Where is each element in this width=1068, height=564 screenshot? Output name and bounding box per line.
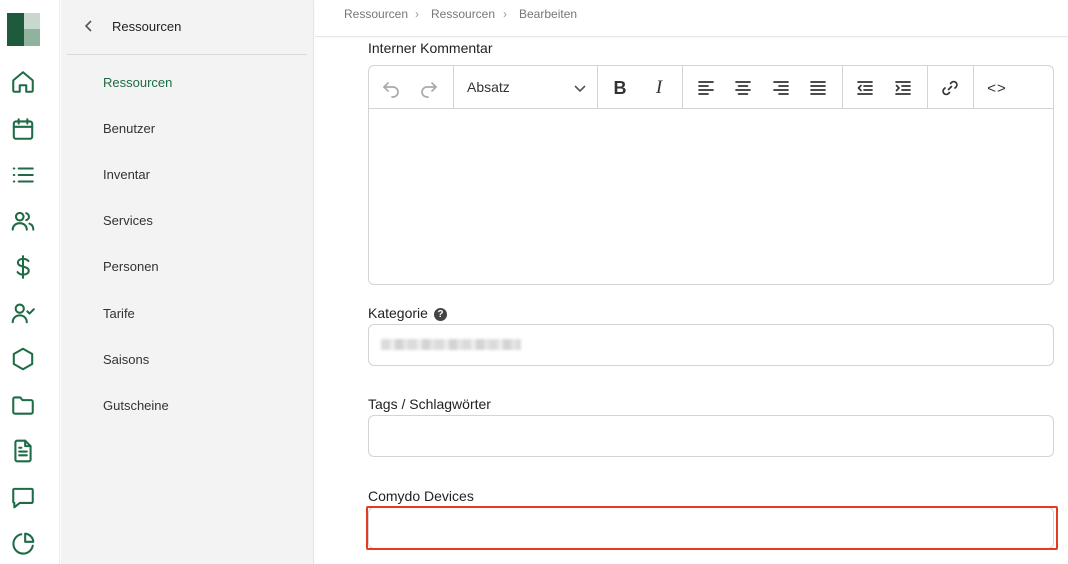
user-check-icon[interactable]	[10, 300, 36, 326]
dollar-icon[interactable]	[10, 254, 36, 280]
block-format-select[interactable]: Absatz	[454, 66, 597, 109]
redo-icon[interactable]	[416, 75, 442, 101]
chat-icon[interactable]	[10, 484, 36, 510]
editor-content-area[interactable]	[369, 109, 1053, 284]
users-icon[interactable]	[10, 208, 36, 234]
sidebar-item-personen[interactable]: Personen	[103, 259, 159, 274]
sidebar-item-gutscheine[interactable]: Gutscheine	[103, 398, 169, 413]
outdent-icon[interactable]	[852, 75, 878, 101]
sidebar-item-tarife[interactable]: Tarife	[103, 306, 135, 321]
list-icon[interactable]	[10, 162, 36, 188]
tags-label: Tags / Schlagwörter	[368, 396, 491, 412]
source-code-button[interactable]: <>	[984, 75, 1010, 101]
align-center-icon[interactable]	[730, 75, 756, 101]
pie-chart-icon[interactable]	[10, 531, 36, 557]
category-label-text: Kategorie	[368, 305, 428, 321]
tags-input[interactable]	[368, 415, 1054, 457]
category-select[interactable]	[368, 324, 1054, 366]
bold-button[interactable]: B	[607, 75, 633, 101]
undo-icon[interactable]	[378, 75, 404, 101]
align-right-icon[interactable]	[768, 75, 794, 101]
editor-toolbar: Absatz B I <>	[369, 66, 1053, 109]
chevron-down-icon	[572, 80, 588, 96]
main-content: Ressourcen › Ressourcen › Bearbeiten Int…	[315, 0, 1068, 564]
app-logo[interactable]	[7, 13, 40, 46]
code-icon: <>	[987, 79, 1007, 97]
folder-icon[interactable]	[10, 392, 36, 418]
sidebar-item-benutzer[interactable]: Benutzer	[103, 121, 155, 136]
breadcrumb: Ressourcen › Ressourcen › Bearbeiten	[315, 0, 1068, 37]
devices-label: Comydo Devices	[368, 488, 474, 504]
document-icon[interactable]	[10, 438, 36, 464]
sidebar-item-ressourcen[interactable]: Ressourcen	[103, 75, 172, 90]
italic-icon: I	[655, 77, 663, 98]
section-sidebar: Ressourcen Ressourcen Benutzer Inventar …	[61, 0, 314, 564]
chevron-right-icon: ›	[503, 7, 507, 21]
hexagon-icon[interactable]	[10, 346, 36, 372]
breadcrumb-current: Bearbeiten	[519, 7, 578, 21]
sidebar-header: Ressourcen	[67, 0, 307, 55]
bold-icon: B	[613, 77, 627, 98]
indent-icon[interactable]	[890, 75, 916, 101]
breadcrumb-item[interactable]: Ressourcen	[344, 7, 408, 21]
align-left-icon[interactable]	[693, 75, 719, 101]
icon-rail	[0, 0, 60, 564]
chevron-left-icon[interactable]	[81, 18, 97, 34]
align-justify-icon[interactable]	[805, 75, 831, 101]
sidebar-title: Ressourcen	[112, 19, 182, 34]
chevron-right-icon: ›	[415, 7, 419, 21]
comment-label: Interner Kommentar	[368, 40, 493, 56]
sidebar-item-services[interactable]: Services	[103, 213, 153, 228]
breadcrumb-item[interactable]: Ressourcen	[431, 7, 495, 21]
calendar-icon[interactable]	[10, 116, 36, 142]
italic-button[interactable]: I	[646, 75, 672, 101]
sidebar-item-saisons[interactable]: Saisons	[103, 352, 149, 367]
sidebar-item-inventar[interactable]: Inventar	[103, 167, 150, 182]
help-icon[interactable]: ?	[433, 308, 447, 321]
highlight-box	[366, 506, 1058, 550]
category-value-redacted	[381, 339, 521, 350]
category-label: Kategorie?	[368, 305, 447, 321]
rich-text-editor: Absatz B I <>	[368, 65, 1054, 285]
block-format-value: Absatz	[467, 79, 510, 95]
home-icon[interactable]	[10, 69, 36, 95]
link-icon[interactable]	[937, 75, 963, 101]
